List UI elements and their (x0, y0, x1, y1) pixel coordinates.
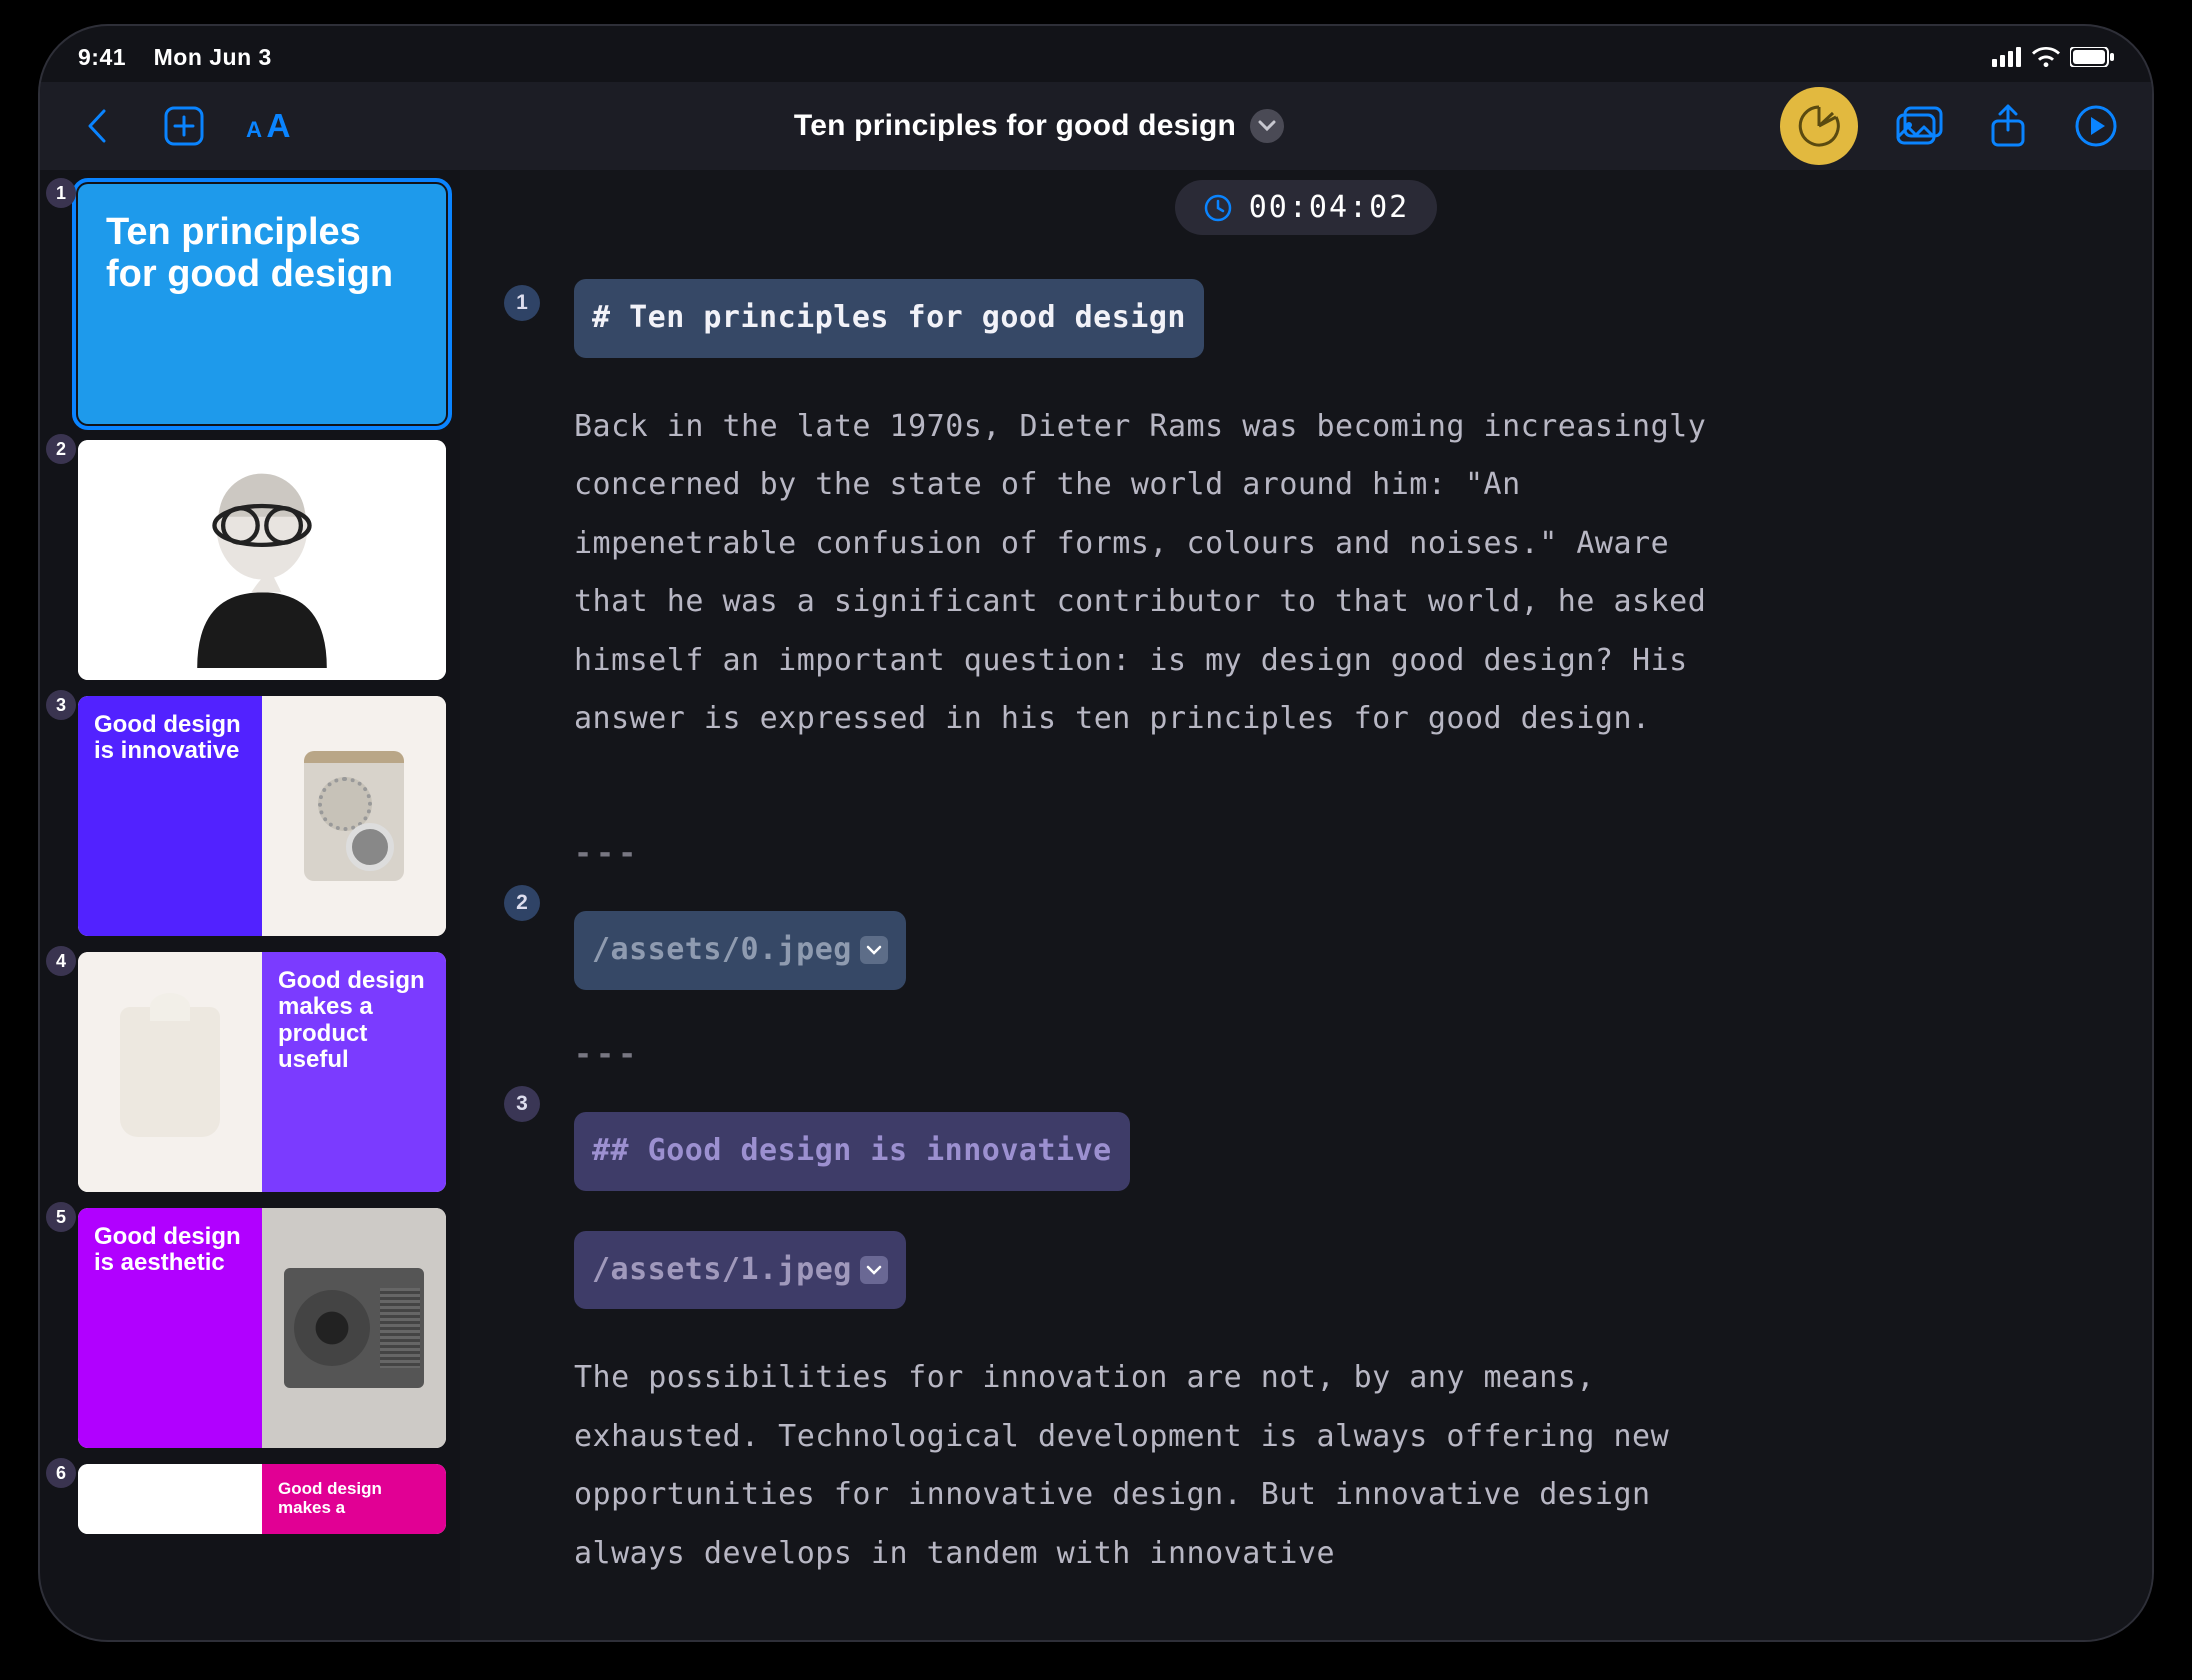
section-number: 2 (504, 885, 540, 921)
thumbnail-number: 4 (46, 946, 76, 976)
palette-icon (1796, 103, 1842, 149)
thumbnail-4[interactable]: 4 Good design makes a product useful (54, 952, 446, 1192)
thumbnail-2[interactable]: 2 (54, 440, 446, 680)
toolbar-right (1780, 87, 2122, 165)
back-button[interactable] (70, 100, 122, 152)
timer-pill[interactable]: 00:04:02 (1175, 180, 1438, 235)
body-paragraph[interactable]: The possibilities for innovation are not… (574, 1349, 1754, 1583)
heading-2-pill[interactable]: ## Good design is innovative (574, 1112, 1130, 1191)
thumbnail-5[interactable]: 5 Good design is aesthetic (54, 1208, 446, 1448)
thumbnail-3[interactable]: 3 Good design is innovative (54, 696, 446, 936)
markdown-editor[interactable]: 00:04:02 1 # Ten principles for good des… (460, 170, 2152, 1640)
status-date: Mon Jun 3 (154, 44, 272, 70)
timer-value: 00:04:02 (1249, 190, 1410, 225)
timer-row: 00:04:02 (460, 180, 2152, 235)
toolbar: AA Ten principles for good design (40, 82, 2152, 170)
toolbar-left: AA (70, 100, 298, 152)
editor-section-2: 2 --- /assets/0.jpeg (460, 825, 2152, 990)
status-time: 9:41 (78, 44, 126, 70)
asset-path: /assets/0.jpeg (592, 921, 852, 980)
asset-pill[interactable]: /assets/0.jpeg (574, 911, 906, 990)
editor-section-1: 1 # Ten principles for good design Back … (460, 279, 2152, 789)
cell-signal-icon (1992, 47, 2022, 67)
thumbnail-title: Good design is innovative (94, 712, 246, 765)
heading-text: # Ten principles for good design (592, 289, 1186, 348)
clock-icon (1203, 193, 1233, 223)
chevron-down-icon[interactable] (860, 936, 888, 964)
portrait-image (78, 440, 446, 680)
toolbar-center: Ten principles for good design (312, 109, 1766, 143)
thumbnail-number: 3 (46, 690, 76, 720)
body-paragraph[interactable]: Back in the late 1970s, Dieter Rams was … (574, 398, 1754, 749)
device-frame: 9:41 Mon Jun 3 AA Ten principles for goo… (38, 24, 2154, 1642)
chevron-down-icon[interactable] (860, 1256, 888, 1284)
status-bar: 9:41 Mon Jun 3 (40, 26, 2152, 82)
svg-text:A: A (266, 108, 290, 145)
thumbnail-sidebar[interactable]: 1 Ten principles for good design 2 3 (40, 170, 460, 1640)
heading-text: ## Good design is innovative (592, 1122, 1112, 1181)
status-time-date: 9:41 Mon Jun 3 (78, 44, 272, 71)
thumbnail-6[interactable]: 6 Good design makes a (54, 1464, 446, 1534)
thumbnail-title: Ten principles for good design (106, 212, 418, 296)
product-juicer-icon (120, 1007, 220, 1137)
thumbnail-1[interactable]: 1 Ten principles for good design (54, 184, 446, 424)
theme-button[interactable] (1780, 87, 1858, 165)
share-button[interactable] (1982, 100, 2034, 152)
play-button[interactable] (2070, 100, 2122, 152)
product-radio-icon (304, 751, 404, 881)
editor-section-3: 3 --- ## Good design is innovative /asse… (460, 1026, 2152, 1624)
thumbnail-title: Good design is aesthetic (94, 1224, 246, 1277)
heading-1-pill[interactable]: # Ten principles for good design (574, 279, 1204, 358)
thumbnail-number: 1 (46, 178, 76, 208)
horizontal-rule: --- (574, 825, 2112, 884)
thumbnail-title: Good design makes a (278, 1480, 430, 1517)
svg-text:A: A (246, 117, 262, 142)
asset-path: /assets/1.jpeg (592, 1241, 852, 1300)
product-speaker-icon (284, 1268, 424, 1388)
horizontal-rule: --- (574, 1026, 2112, 1085)
text-size-button[interactable]: AA (246, 100, 298, 152)
status-right (1992, 47, 2114, 67)
thumbnail-number: 2 (46, 434, 76, 464)
wifi-icon (2032, 47, 2060, 67)
thumbnail-number: 6 (46, 1458, 76, 1488)
battery-icon (2070, 47, 2114, 67)
document-title: Ten principles for good design (794, 109, 1236, 143)
title-dropdown-button[interactable] (1250, 109, 1284, 143)
asset-pill[interactable]: /assets/1.jpeg (574, 1231, 906, 1310)
add-slide-button[interactable] (158, 100, 210, 152)
thumbnail-number: 5 (46, 1202, 76, 1232)
content-area: 1 Ten principles for good design 2 3 (40, 170, 2152, 1640)
images-button[interactable] (1894, 100, 1946, 152)
section-number: 1 (504, 285, 540, 321)
thumbnail-title: Good design makes a product useful (278, 968, 430, 1074)
section-number: 3 (504, 1086, 540, 1122)
